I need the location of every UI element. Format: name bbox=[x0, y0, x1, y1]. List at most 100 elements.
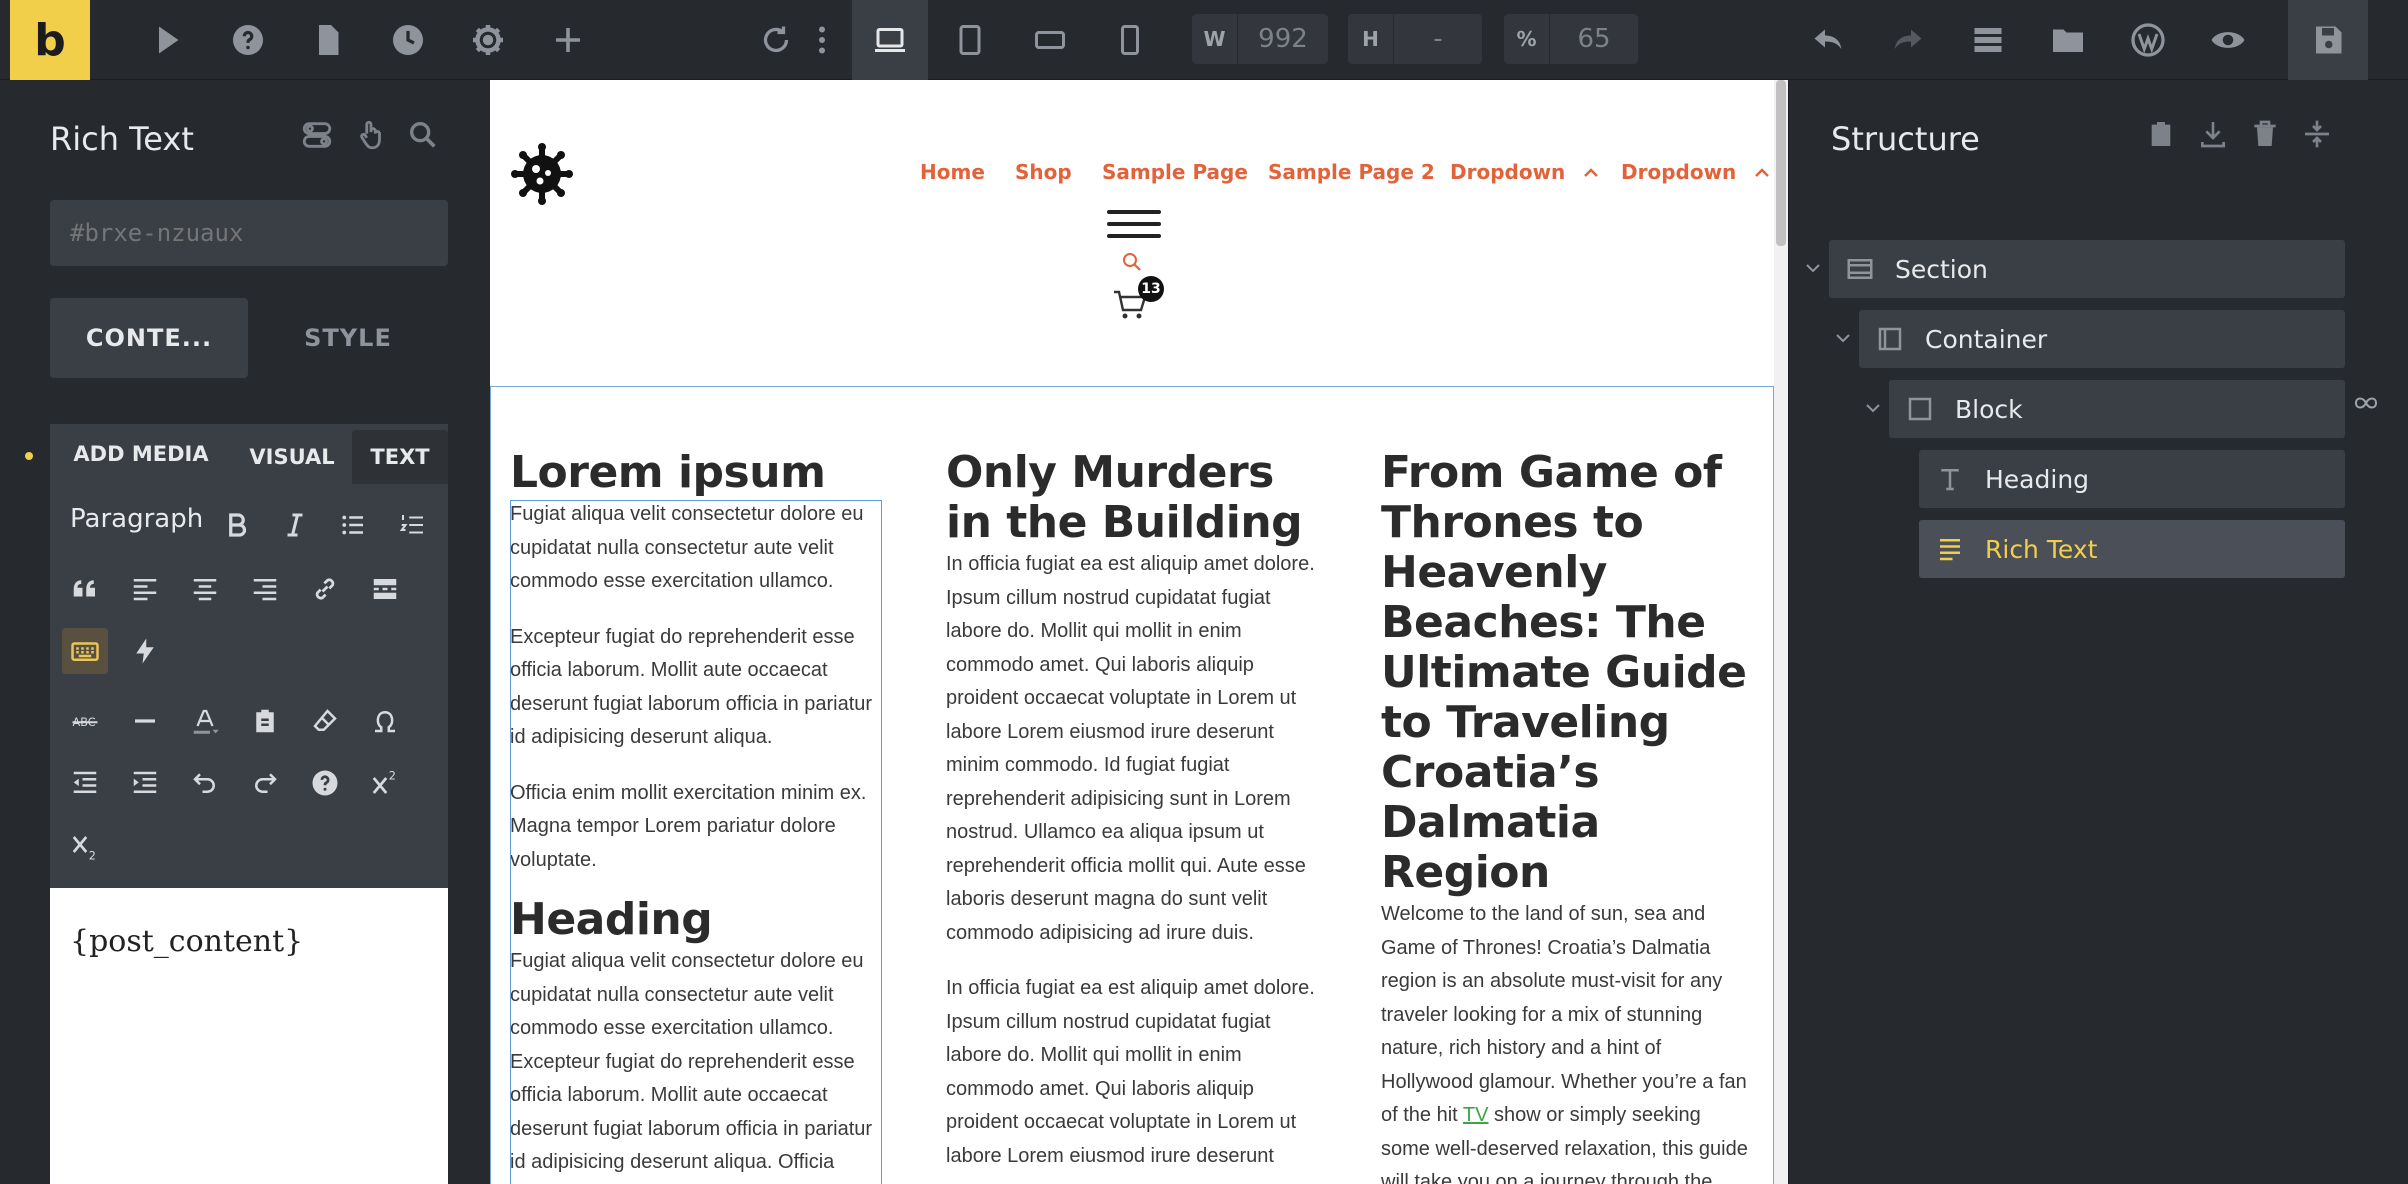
css-id-input[interactable] bbox=[50, 200, 448, 266]
pages-button[interactable] bbox=[298, 0, 358, 80]
italic-button[interactable] bbox=[272, 502, 318, 548]
hamburger-menu-icon[interactable] bbox=[1107, 204, 1161, 244]
help-button[interactable] bbox=[218, 0, 278, 80]
outdent-button[interactable] bbox=[62, 760, 108, 806]
delete-button[interactable] bbox=[2249, 118, 2289, 158]
special-character-button[interactable] bbox=[362, 698, 408, 744]
canvas-scrollbar-thumb[interactable] bbox=[1776, 80, 1786, 246]
nav-dropdown-1[interactable]: Dropdown bbox=[1450, 160, 1600, 184]
tab-content[interactable]: CONTE... bbox=[50, 298, 248, 378]
read-more-button[interactable] bbox=[362, 566, 408, 612]
tab-style[interactable]: STYLE bbox=[248, 298, 448, 378]
col2-heading[interactable]: Only Murders in the Building bbox=[946, 448, 1318, 548]
canvas-zoom-field[interactable]: % 65 bbox=[1504, 14, 1638, 64]
layers-icon bbox=[1974, 28, 2002, 52]
virus-logo-icon[interactable] bbox=[510, 142, 574, 206]
bricks-logo[interactable]: b bbox=[10, 0, 90, 80]
templates-button[interactable] bbox=[2038, 0, 2098, 80]
toolbar-toggle-button[interactable] bbox=[62, 628, 108, 674]
global-class-link-icon[interactable] bbox=[2351, 392, 2385, 416]
paste-button[interactable] bbox=[2145, 118, 2185, 158]
container-expand-toggle[interactable] bbox=[1831, 326, 1857, 352]
add-media-button[interactable]: ADD MEDIA bbox=[50, 424, 232, 484]
structure-node-label: Container bbox=[1925, 324, 2048, 354]
elements-button[interactable] bbox=[138, 0, 198, 80]
redo-button[interactable] bbox=[1878, 0, 1938, 80]
breakpoint-mobile-landscape[interactable] bbox=[1020, 0, 1080, 80]
search-settings-button[interactable] bbox=[406, 118, 446, 158]
more-button[interactable] bbox=[800, 0, 844, 80]
text-color-button[interactable] bbox=[182, 698, 228, 744]
nav-link-sample-page-2[interactable]: Sample Page 2 bbox=[1268, 160, 1435, 184]
nav-link-sample-page[interactable]: Sample Page bbox=[1102, 160, 1248, 184]
revisions-button[interactable] bbox=[378, 0, 438, 80]
align-right-button[interactable] bbox=[242, 566, 288, 612]
col2-paragraph-2[interactable]: In officia fugiat ea est aliquip amet do… bbox=[946, 972, 1318, 1173]
subscript-icon: 2 bbox=[72, 836, 96, 862]
superscript-button[interactable]: 2 bbox=[362, 760, 408, 806]
nav-dropdown-2[interactable]: Dropdown bbox=[1621, 160, 1771, 184]
paste-text-button[interactable] bbox=[242, 698, 288, 744]
indent-button[interactable] bbox=[122, 760, 168, 806]
zoom-value[interactable]: 65 bbox=[1550, 24, 1638, 54]
column-3: From Game of Thrones to Heavenly Beaches… bbox=[1381, 448, 1753, 1184]
text-tab[interactable]: TEXT bbox=[352, 430, 448, 484]
breakpoint-tablet-portrait[interactable] bbox=[940, 0, 1000, 80]
strikethrough-button[interactable]: ABC bbox=[62, 698, 108, 744]
structure-node-heading[interactable]: Heading bbox=[1919, 450, 2345, 508]
structure-node-container[interactable]: Container bbox=[1859, 310, 2345, 368]
structure-node-rich-text[interactable]: Rich Text bbox=[1919, 520, 2345, 578]
col3-paragraph[interactable]: Welcome to the land of sun, sea and Game… bbox=[1381, 898, 1753, 1184]
collapse-all-button[interactable] bbox=[2301, 118, 2341, 158]
structure-node-section[interactable]: Section bbox=[1829, 240, 2345, 298]
bullet-list-button[interactable] bbox=[330, 502, 376, 548]
insert-link-button[interactable] bbox=[302, 566, 348, 612]
nav-link-shop[interactable]: Shop bbox=[1015, 160, 1072, 184]
conditions-button[interactable] bbox=[300, 118, 340, 158]
canvas-width-field[interactable]: W 992 bbox=[1192, 14, 1328, 64]
align-left-button[interactable] bbox=[122, 566, 168, 612]
search-icon[interactable] bbox=[1120, 250, 1144, 274]
numbered-list-button[interactable] bbox=[390, 502, 436, 548]
undo-button[interactable] bbox=[1798, 0, 1858, 80]
visual-tab[interactable]: VISUAL bbox=[232, 430, 352, 484]
blockquote-button[interactable] bbox=[62, 566, 108, 612]
import-button[interactable] bbox=[2197, 118, 2237, 158]
settings-button[interactable] bbox=[458, 0, 518, 80]
structure-toggle-button[interactable] bbox=[1958, 0, 2018, 80]
interactions-button[interactable] bbox=[354, 118, 394, 158]
nav-link-home[interactable]: Home bbox=[920, 160, 985, 184]
save-button[interactable] bbox=[2288, 0, 2368, 80]
col3-heading[interactable]: From Game of Thrones to Heavenly Beaches… bbox=[1381, 448, 1753, 898]
col2-paragraph-1[interactable]: In officia fugiat ea est aliquip amet do… bbox=[946, 548, 1318, 950]
reload-button[interactable] bbox=[744, 0, 808, 80]
subscript-button[interactable]: 2 bbox=[62, 824, 108, 870]
horizontal-line-button[interactable] bbox=[122, 698, 168, 744]
width-value[interactable]: 992 bbox=[1238, 24, 1328, 54]
editor-redo-button[interactable] bbox=[242, 760, 288, 806]
bold-button[interactable] bbox=[214, 502, 260, 548]
breakpoint-desktop[interactable] bbox=[852, 0, 928, 80]
section-expand-toggle[interactable] bbox=[1801, 256, 1827, 282]
paragraph-format-select[interactable]: Paragraph bbox=[70, 504, 203, 534]
clear-formatting-button[interactable] bbox=[302, 698, 348, 744]
col1-heading[interactable]: Lorem ipsum bbox=[510, 448, 882, 498]
chevron-down-icon bbox=[1836, 334, 1850, 343]
align-center-button[interactable] bbox=[182, 566, 228, 612]
canvas-height-field[interactable]: H - bbox=[1348, 14, 1482, 64]
add-button[interactable] bbox=[538, 0, 598, 80]
keyboard-shortcuts-button[interactable] bbox=[302, 760, 348, 806]
clipboard-icon bbox=[256, 709, 274, 733]
canvas-scrollbar[interactable] bbox=[1774, 80, 1788, 1184]
height-value[interactable]: - bbox=[1394, 24, 1482, 54]
dynamic-data-button[interactable] bbox=[122, 628, 168, 674]
structure-node-block[interactable]: Block bbox=[1889, 380, 2345, 438]
bullet-list-icon bbox=[342, 515, 363, 535]
breakpoint-mobile-portrait[interactable] bbox=[1100, 0, 1160, 80]
preview-button[interactable] bbox=[2198, 0, 2258, 80]
wordpress-button[interactable] bbox=[2118, 0, 2178, 80]
tv-link[interactable]: TV bbox=[1463, 1104, 1489, 1126]
editor-undo-button[interactable] bbox=[182, 760, 228, 806]
block-expand-toggle[interactable] bbox=[1861, 396, 1887, 422]
editor-content-area[interactable]: {post_content} bbox=[50, 888, 448, 1184]
